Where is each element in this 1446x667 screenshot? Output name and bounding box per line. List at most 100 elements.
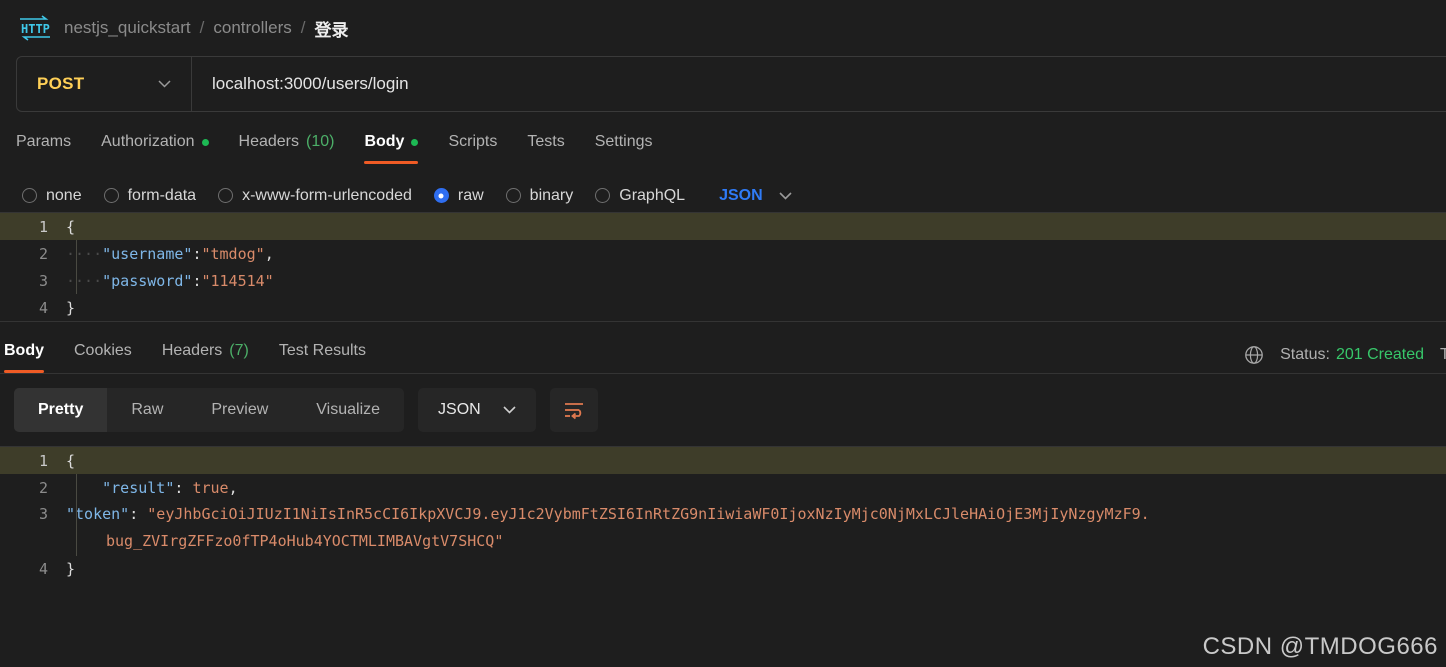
breadcrumb: HTTP nestjs_quickstart / controllers / 登… bbox=[0, 0, 1446, 56]
line-number: 2 bbox=[38, 244, 48, 263]
response-tab-cookies[interactable]: Cookies bbox=[74, 342, 132, 373]
json-key: "username" bbox=[102, 244, 193, 263]
line-content: { bbox=[66, 451, 76, 470]
response-tab-body[interactable]: Body bbox=[4, 342, 44, 373]
line-number: 1 bbox=[38, 451, 48, 470]
json-value: "eyJhbGciOiJIUzI1NiIsInR5cCI6IkpXVCJ9.ey… bbox=[147, 505, 1150, 523]
tab-body[interactable]: Body bbox=[364, 133, 419, 164]
code-line[interactable]: 1 { bbox=[0, 213, 1446, 240]
chevron-down-icon bbox=[779, 191, 792, 200]
indent-guide bbox=[76, 474, 77, 556]
json-key: "password" bbox=[102, 271, 193, 290]
tab-headers-count: (10) bbox=[306, 133, 335, 150]
body-option-graphql[interactable]: GraphQL bbox=[595, 187, 685, 205]
code-line[interactable]: 4 } bbox=[0, 555, 1446, 582]
http-method-selector[interactable]: POST bbox=[17, 57, 192, 111]
code-line[interactable]: 3 ····"password":"114514" bbox=[0, 267, 1446, 294]
tab-scripts-label: Scripts bbox=[448, 133, 498, 150]
tab-tests[interactable]: Tests bbox=[527, 133, 564, 164]
tab-scripts[interactable]: Scripts bbox=[448, 133, 497, 164]
whitespace-dots: ···· bbox=[66, 244, 103, 263]
response-tab-test-results[interactable]: Test Results bbox=[279, 342, 366, 373]
response-tab-headers-label: Headers bbox=[161, 342, 223, 359]
response-tab-headers[interactable]: Headers (7) bbox=[162, 342, 249, 373]
tab-params[interactable]: Params bbox=[16, 133, 71, 164]
code-line[interactable]: 2 "result": true, bbox=[0, 474, 1446, 501]
code-line[interactable]: 4 } bbox=[0, 294, 1446, 321]
json-value: "tmdog" bbox=[201, 244, 265, 263]
body-option-raw[interactable]: raw bbox=[433, 186, 484, 205]
status-time-truncated: T bbox=[1440, 346, 1446, 363]
body-option-raw-label: raw bbox=[457, 186, 484, 204]
response-status-area: Status: 201 Created T bbox=[1244, 345, 1446, 365]
view-mode-visualize[interactable]: Visualize bbox=[292, 388, 404, 432]
json-comma: , bbox=[228, 478, 238, 497]
status-dot-icon bbox=[411, 138, 419, 146]
response-tab-cookies-label: Cookies bbox=[74, 342, 132, 359]
json-value-wrapped: bug_ZVIrgZFFzo0fTP4oHub4YOCTMLIMBAVgtV7S… bbox=[106, 532, 504, 550]
http-method-label: POST bbox=[37, 74, 85, 93]
radio-icon[interactable] bbox=[505, 188, 521, 203]
body-type-options: none form-data x-www-form-urlencoded raw… bbox=[0, 164, 1446, 212]
body-option-graphql-label: GraphQL bbox=[619, 186, 686, 204]
body-format-selector[interactable]: JSON bbox=[719, 187, 792, 205]
breadcrumb-item-workspace[interactable]: nestjs_quickstart bbox=[64, 18, 191, 38]
json-comma: , bbox=[264, 244, 274, 263]
tab-settings-label: Settings bbox=[594, 133, 653, 150]
url-input[interactable]: localhost:3000/users/login bbox=[192, 74, 409, 94]
word-wrap-button[interactable] bbox=[549, 388, 598, 432]
view-mode-pretty-label: Pretty bbox=[38, 401, 84, 418]
radio-icon[interactable] bbox=[218, 188, 234, 203]
body-option-none[interactable]: none bbox=[22, 187, 82, 205]
view-mode-raw[interactable]: Raw bbox=[107, 388, 187, 432]
breadcrumb-separator: / bbox=[199, 18, 205, 37]
radio-icon[interactable] bbox=[103, 188, 119, 203]
response-tab-test-results-label: Test Results bbox=[278, 342, 366, 359]
breadcrumb-item-request[interactable]: 登录 bbox=[315, 16, 349, 41]
response-format-selector[interactable]: JSON bbox=[418, 388, 536, 432]
body-option-form-data[interactable]: form-data bbox=[103, 186, 197, 205]
json-key: "result" bbox=[102, 478, 175, 497]
globe-icon[interactable] bbox=[1244, 345, 1264, 365]
body-option-binary[interactable]: binary bbox=[505, 186, 574, 205]
tab-params-label: Params bbox=[16, 133, 72, 150]
line-content: } bbox=[66, 559, 76, 578]
radio-icon[interactable] bbox=[22, 188, 37, 203]
request-body-editor[interactable]: 1 { 2 ····"username":"tmdog", 3 ····"pas… bbox=[0, 212, 1446, 322]
status-label: Status: bbox=[1280, 346, 1330, 363]
json-value: "114514" bbox=[201, 271, 274, 290]
body-option-binary-label: binary bbox=[529, 186, 574, 204]
json-value: true bbox=[192, 478, 229, 497]
body-format-label: JSON bbox=[719, 186, 763, 204]
radio-icon[interactable] bbox=[595, 188, 611, 203]
status-dot-icon bbox=[201, 138, 209, 146]
tab-body-label: Body bbox=[364, 133, 405, 150]
breadcrumb-item-folder[interactable]: controllers bbox=[213, 18, 291, 38]
postman-window: HTTP nestjs_quickstart / controllers / 登… bbox=[0, 0, 1446, 667]
body-option-urlencoded-label: x-www-form-urlencoded bbox=[242, 186, 412, 204]
body-option-urlencoded[interactable]: x-www-form-urlencoded bbox=[218, 187, 412, 205]
view-mode-preview-label: Preview bbox=[211, 401, 269, 418]
tab-authorization[interactable]: Authorization bbox=[101, 133, 209, 164]
line-number: 4 bbox=[38, 559, 48, 578]
view-mode-raw-label: Raw bbox=[131, 401, 164, 418]
body-option-form-data-label: form-data bbox=[127, 186, 197, 204]
chevron-down-icon bbox=[158, 80, 171, 88]
line-number: 3 bbox=[38, 505, 48, 523]
response-body-editor[interactable]: 1 { 2 "result": true, 3 "token": "eyJhbG… bbox=[0, 446, 1446, 586]
view-mode-preview[interactable]: Preview bbox=[187, 388, 292, 432]
code-line[interactable]: 1 { bbox=[0, 447, 1446, 474]
code-line[interactable]: 3 "token": "eyJhbGciOiJIUzI1NiIsInR5cCI6… bbox=[0, 501, 1446, 555]
tab-headers[interactable]: Headers (10) bbox=[239, 133, 335, 164]
watermark: CSDN @TMDOG666 bbox=[1202, 633, 1438, 660]
response-format-label: JSON bbox=[438, 401, 481, 418]
radio-icon-selected[interactable] bbox=[433, 188, 449, 203]
code-line[interactable]: 2 ····"username":"tmdog", bbox=[0, 240, 1446, 267]
indent-guide bbox=[76, 240, 77, 294]
tab-headers-label: Headers bbox=[238, 133, 299, 150]
view-mode-pretty[interactable]: Pretty bbox=[14, 388, 108, 432]
line-content: { bbox=[66, 217, 76, 236]
tab-settings[interactable]: Settings bbox=[595, 133, 653, 164]
line-number: 4 bbox=[38, 298, 48, 317]
